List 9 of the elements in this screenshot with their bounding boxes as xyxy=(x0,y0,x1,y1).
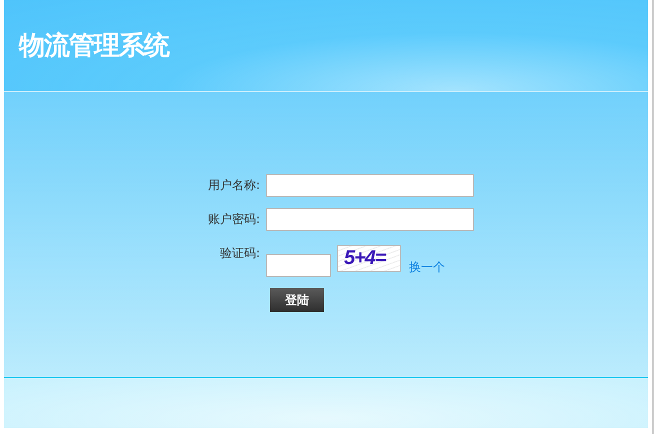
login-button[interactable]: 登陆 xyxy=(270,288,324,312)
password-field[interactable] xyxy=(266,208,474,231)
field-label: 用户名称: xyxy=(206,177,260,194)
field-label: 验证码: xyxy=(218,245,260,262)
field-label: 账户密码: xyxy=(206,211,260,228)
captcha-field[interactable] xyxy=(266,254,331,277)
captcha-image: 5+4= xyxy=(337,245,401,272)
username-field[interactable] xyxy=(266,174,474,197)
app-title: 物流管理系统 xyxy=(19,30,169,63)
